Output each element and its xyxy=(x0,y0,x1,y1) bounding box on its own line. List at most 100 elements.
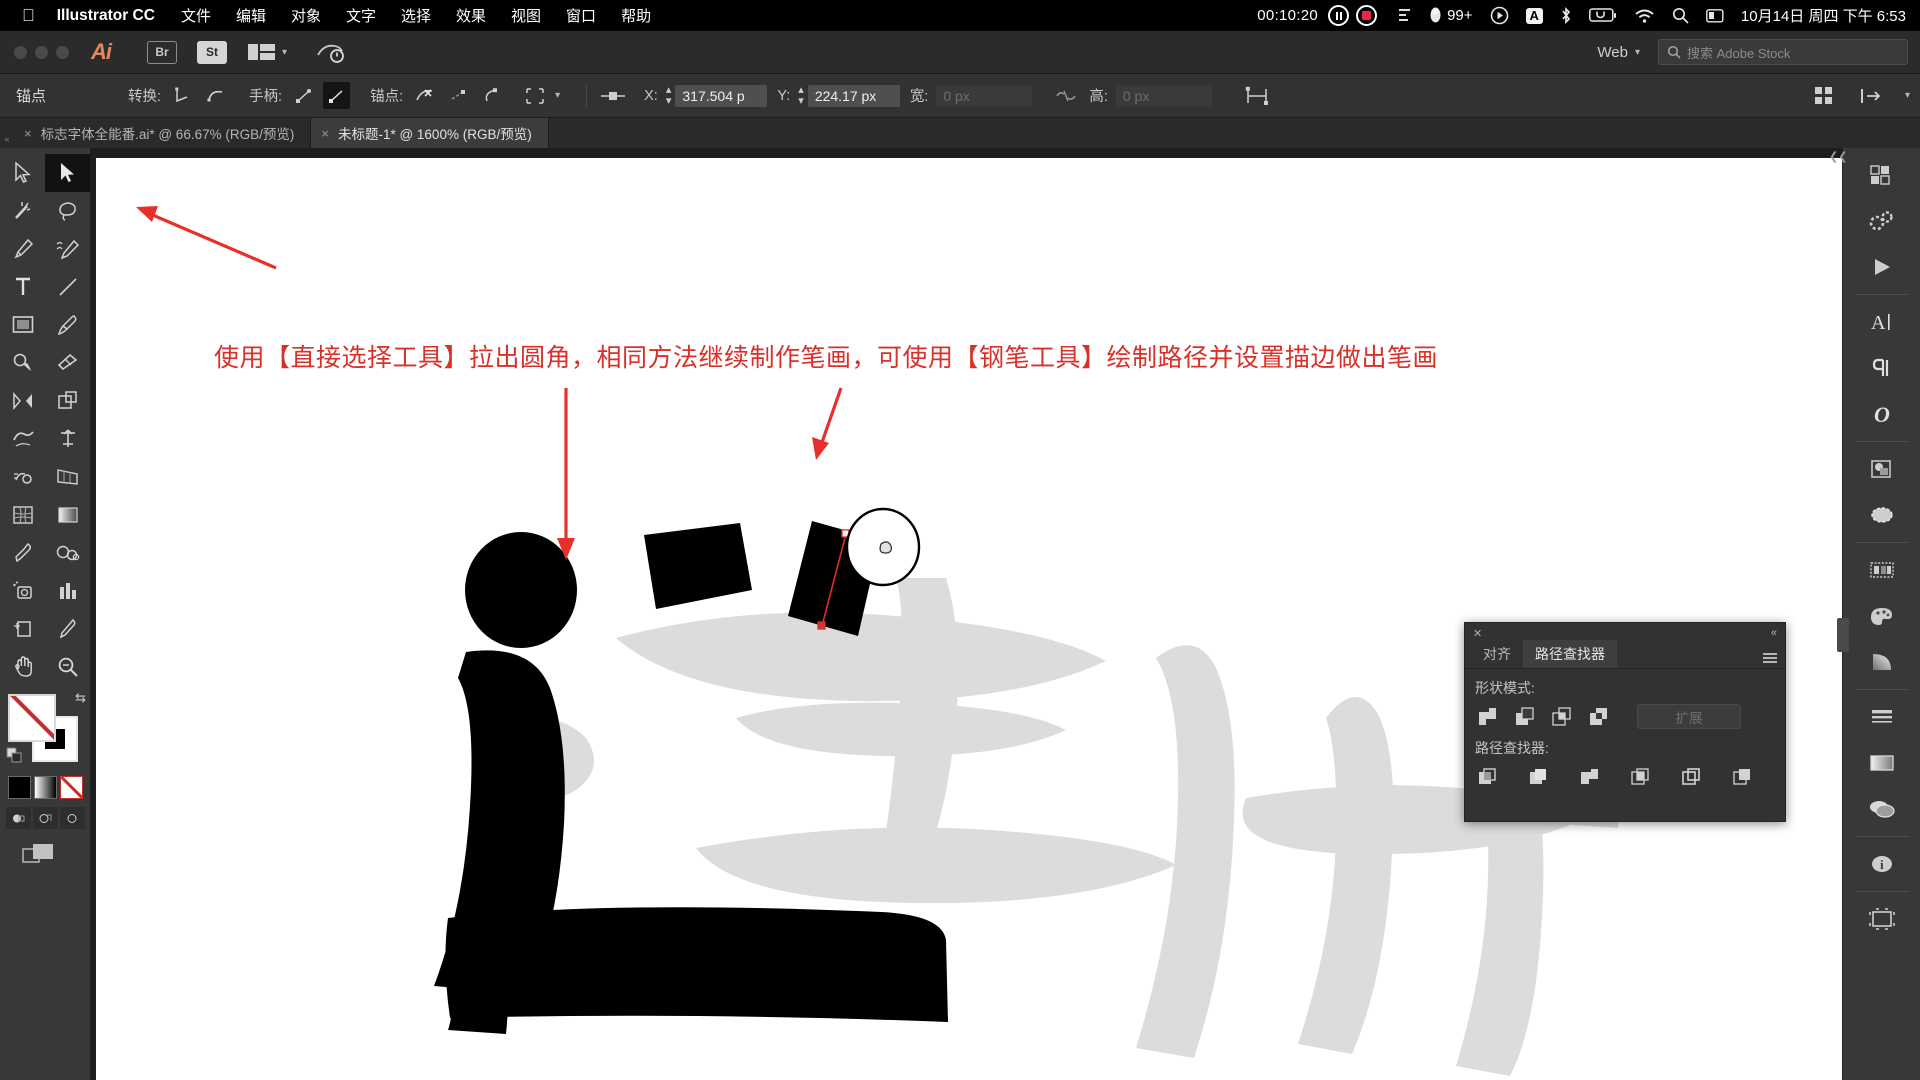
close-icon[interactable]: ✕ xyxy=(1473,627,1482,640)
document-tab-1[interactable]: × 标志字体全能番.ai* @ 66.67% (RGB/预览) xyxy=(14,118,312,148)
window-controls[interactable] xyxy=(14,45,69,59)
input-source-icon[interactable]: A xyxy=(1525,7,1543,24)
artboard-tool[interactable] xyxy=(0,610,45,648)
menu-edit[interactable]: 编辑 xyxy=(236,5,266,26)
transparency-icon[interactable] xyxy=(1859,786,1905,832)
unlink-dimensions-icon[interactable] xyxy=(1052,82,1079,109)
grid-view-icon[interactable] xyxy=(1811,82,1838,109)
menu-bar-clock[interactable]: 10月14日 周四 下午 6:53 xyxy=(1741,5,1906,26)
color-mode-button[interactable] xyxy=(8,776,31,799)
stock-button[interactable]: St xyxy=(197,40,227,64)
change-screen-mode-icon[interactable] xyxy=(22,843,90,874)
swatches-icon[interactable] xyxy=(1859,547,1905,593)
intersect-icon[interactable] xyxy=(1549,704,1574,729)
expand-button[interactable]: 扩展 xyxy=(1637,704,1741,729)
minus-front-icon[interactable] xyxy=(1512,704,1537,729)
expand-panels-icon[interactable]: ❮❮ xyxy=(1829,150,1847,163)
line-segment-tool[interactable] xyxy=(45,268,90,306)
arrange-chevron-down-icon[interactable]: ▾ xyxy=(282,47,287,58)
gradient-mode-button[interactable] xyxy=(34,776,57,799)
scale-tool[interactable] xyxy=(45,382,90,420)
cc-sync-icon[interactable] xyxy=(315,40,345,64)
rectangle-tool[interactable] xyxy=(0,306,45,344)
type-tool[interactable] xyxy=(0,268,45,306)
draw-inside-button[interactable] xyxy=(60,807,85,829)
rotate-tool[interactable] xyxy=(0,382,45,420)
menu-view[interactable]: 视图 xyxy=(511,5,541,26)
character-icon[interactable]: A xyxy=(1859,299,1905,345)
close-icon[interactable]: × xyxy=(24,126,32,141)
close-icon[interactable]: × xyxy=(321,126,329,141)
x-input[interactable]: 317.504 p xyxy=(675,84,768,107)
arrange-documents-icon[interactable] xyxy=(247,41,277,63)
tab-pathfinder[interactable]: 路径查找器 xyxy=(1523,640,1617,668)
panel-menu-icon[interactable] xyxy=(1763,653,1777,663)
mesh-tool[interactable] xyxy=(0,496,45,534)
bluetooth-icon[interactable] xyxy=(1560,6,1572,25)
bridge-button[interactable]: Br xyxy=(147,40,177,64)
width-input[interactable]: 0 px xyxy=(936,84,1033,107)
arrange-panel-icon[interactable] xyxy=(1858,82,1885,109)
menu-file[interactable]: 文件 xyxy=(181,5,211,26)
hide-handles-icon[interactable] xyxy=(323,82,351,109)
exclude-icon[interactable] xyxy=(1586,704,1611,729)
isolate-selected-object-icon[interactable] xyxy=(522,82,549,109)
menu-select[interactable]: 选择 xyxy=(401,5,431,26)
minus-back-icon[interactable] xyxy=(1730,764,1755,789)
record-icon[interactable] xyxy=(1356,5,1378,26)
spotlight-search-icon[interactable] xyxy=(1672,7,1689,24)
penguin-icon[interactable] xyxy=(1428,7,1443,25)
convert-to-corner-icon[interactable] xyxy=(169,82,196,109)
align-icon[interactable] xyxy=(1859,492,1905,538)
shape-builder-tool[interactable] xyxy=(0,458,45,496)
tab-align[interactable]: 对齐 xyxy=(1471,640,1523,668)
artboards-icon[interactable] xyxy=(1859,896,1905,942)
menu-app-name[interactable]: Illustrator CC xyxy=(57,7,155,25)
width-tool[interactable] xyxy=(0,420,45,458)
merge-icon[interactable] xyxy=(1577,764,1602,789)
equalizer-icon[interactable] xyxy=(1399,8,1411,24)
play-circle-icon[interactable] xyxy=(1490,6,1509,25)
dock-resize-handle[interactable] xyxy=(1837,618,1849,652)
pen-tool[interactable] xyxy=(0,230,45,268)
blend-tool[interactable] xyxy=(45,534,90,572)
gradient-icon[interactable] xyxy=(1859,639,1905,685)
document-info-icon[interactable]: i xyxy=(1859,841,1905,887)
unite-icon[interactable] xyxy=(1475,704,1500,729)
menu-help[interactable]: 帮助 xyxy=(621,5,651,26)
outline-icon[interactable] xyxy=(1679,764,1704,789)
eyedropper-tool[interactable] xyxy=(0,534,45,572)
document-tab-2[interactable]: × 未标题-1* @ 1600% (RGB/预览) xyxy=(311,118,549,148)
artboard-canvas[interactable]: 使用【直接选择工具】拉出圆角，相同方法继续制作笔画，可使用【钢笔工具】绘制路径并… xyxy=(96,158,1842,1080)
swap-fill-stroke-icon[interactable]: ⇆ xyxy=(75,690,86,706)
menu-window[interactable]: 窗口 xyxy=(566,5,596,26)
pause-icon[interactable] xyxy=(1328,5,1350,26)
collapse-panel-icon[interactable]: « xyxy=(1771,627,1777,639)
height-input[interactable]: 0 px xyxy=(1115,84,1212,107)
fill-none-swatch[interactable] xyxy=(8,694,56,742)
battery-icon[interactable] xyxy=(1588,8,1617,23)
menu-object[interactable]: 对象 xyxy=(291,5,321,26)
workspace-chevron-down-icon[interactable]: ▾ xyxy=(1635,47,1640,58)
gradient-tool[interactable] xyxy=(45,496,90,534)
symbol-sprayer-tool[interactable] xyxy=(0,572,45,610)
zoom-tool[interactable] xyxy=(45,648,90,686)
pathfinder-panel[interactable]: ✕ « 对齐 路径查找器 形状模式: 扩展 路径查找器: xyxy=(1464,622,1786,822)
appearance-icon[interactable] xyxy=(1859,740,1905,786)
glyphs-icon[interactable]: O xyxy=(1859,391,1905,437)
shaper-tool[interactable] xyxy=(0,344,45,382)
free-transform-tool[interactable] xyxy=(45,420,90,458)
y-stepper-icon[interactable]: ▴ ▾ xyxy=(798,84,804,107)
draw-behind-button[interactable] xyxy=(33,807,58,829)
stroke-icon[interactable] xyxy=(1859,694,1905,740)
paintbrush-tool[interactable] xyxy=(45,306,90,344)
wifi-icon[interactable] xyxy=(1634,8,1655,24)
lasso-tool[interactable] xyxy=(45,192,90,230)
trim-icon[interactable] xyxy=(1526,764,1551,789)
play-icon[interactable] xyxy=(1859,244,1905,290)
color-icon[interactable] xyxy=(1859,593,1905,639)
crop-icon[interactable] xyxy=(1628,764,1653,789)
menu-type[interactable]: 文字 xyxy=(346,5,376,26)
selection-tool[interactable] xyxy=(0,154,45,192)
align-to-icon[interactable] xyxy=(599,82,626,109)
